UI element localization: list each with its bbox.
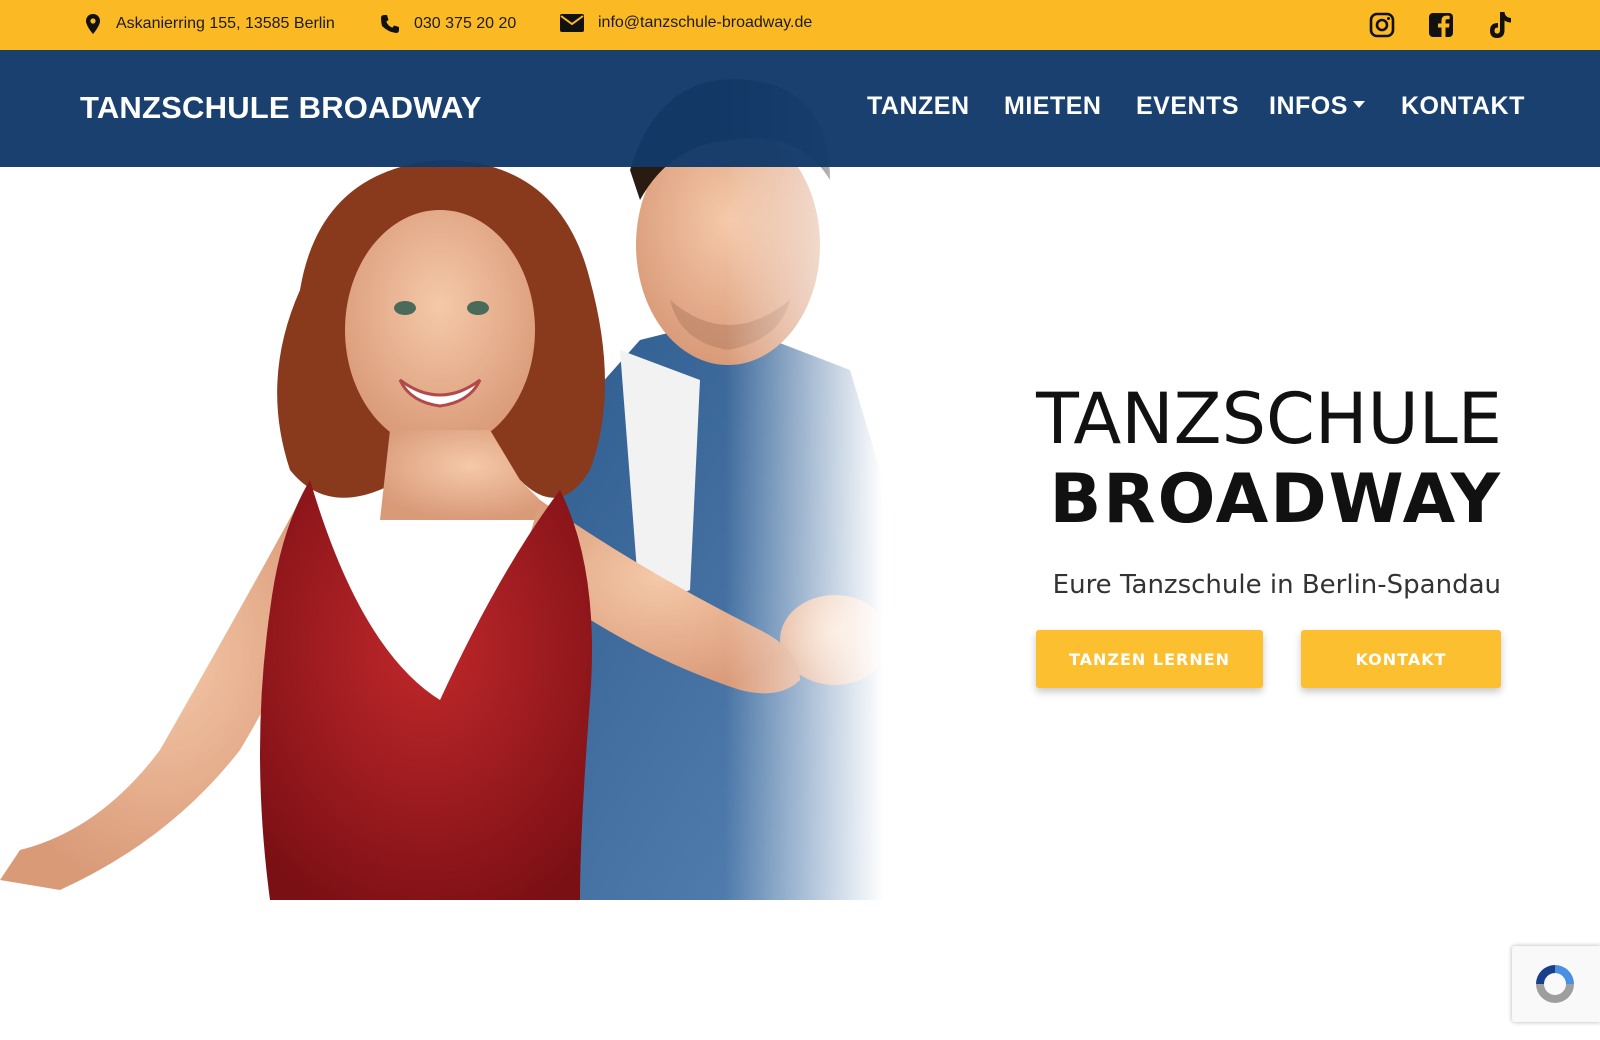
- hero-subtitle: Eure Tanzschule in Berlin-Spandau: [1052, 570, 1501, 600]
- nav-item-kontakt[interactable]: KONTAKT: [1401, 92, 1525, 121]
- tiktok-link[interactable]: [1484, 9, 1516, 41]
- recaptcha-icon: [1536, 965, 1574, 1003]
- kontakt-button[interactable]: KONTAKT: [1301, 630, 1501, 688]
- nav-item-infos[interactable]: INFOS: [1269, 92, 1365, 121]
- site-brand-logo[interactable]: TANZSCHULE BROADWAY: [80, 90, 482, 126]
- phone-icon: [381, 15, 399, 33]
- caret-down-icon: [1352, 101, 1365, 108]
- nav-item-events[interactable]: EVENTS: [1136, 92, 1239, 121]
- instagram-link[interactable]: [1366, 9, 1398, 41]
- recaptcha-badge[interactable]: [1512, 946, 1600, 1022]
- nav-item-tanzen[interactable]: TANZEN: [867, 92, 970, 121]
- instagram-icon: [1369, 12, 1395, 38]
- hero-couple-image: [0, 50, 930, 900]
- location-pin-icon: [86, 14, 100, 34]
- nav-item-infos-label: INFOS: [1269, 92, 1348, 120]
- facebook-icon: [1429, 13, 1453, 37]
- tiktok-icon: [1490, 12, 1511, 38]
- phone-text: 030 375 20 20: [414, 15, 517, 32]
- phone-contact[interactable]: 030 375 20 20: [380, 14, 516, 34]
- email-text: info@tanzschule-broadway.de: [598, 14, 813, 31]
- hero-title-line-1: TANZSCHULE: [1036, 378, 1502, 460]
- address-contact[interactable]: Askanierring 155, 13585 Berlin: [86, 14, 335, 34]
- tanzen-lernen-button[interactable]: TANZEN LERNEN: [1036, 630, 1263, 688]
- nav-item-mieten[interactable]: MIETEN: [1004, 92, 1101, 121]
- email-contact[interactable]: info@tanzschule-broadway.de: [560, 14, 812, 32]
- facebook-link[interactable]: [1425, 9, 1457, 41]
- envelope-icon: [560, 14, 584, 32]
- address-text: Askanierring 155, 13585 Berlin: [116, 15, 335, 32]
- main-navbar: TANZSCHULE BROADWAY TANZEN MIETEN EVENTS…: [0, 50, 1600, 167]
- hero-title-line-2: BROADWAY: [1049, 460, 1502, 539]
- top-info-bar: Askanierring 155, 13585 Berlin 030 375 2…: [0, 0, 1600, 50]
